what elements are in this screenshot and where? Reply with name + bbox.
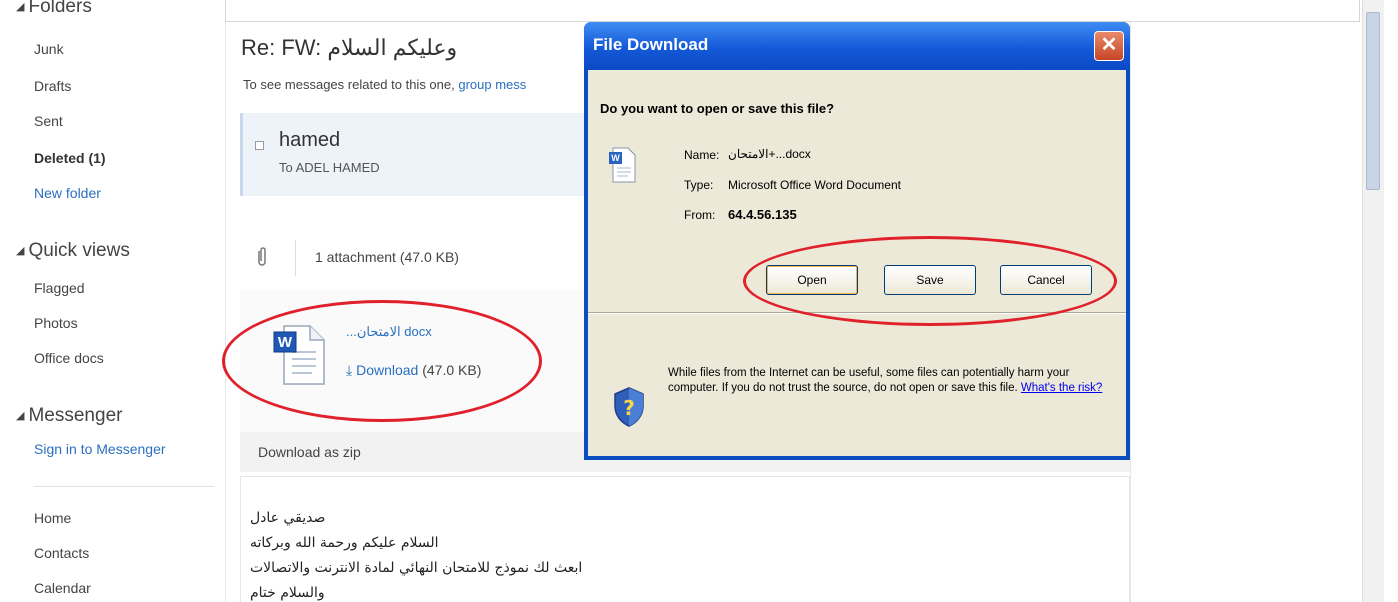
sidebar-item-office-docs[interactable]: Office docs <box>34 350 104 366</box>
file-name-value: الامتحان+...docx <box>728 147 811 161</box>
annotation-oval-attachment <box>222 300 542 422</box>
annotation-oval-buttons <box>743 236 1117 326</box>
dialog-question: Do you want to open or save this file? <box>600 101 835 116</box>
folders-header[interactable]: ◢ Folders <box>16 0 92 18</box>
body-line: ابعث لك نموذج للامتحان النهائي لمادة الا… <box>250 560 583 576</box>
collapse-triangle-icon: ◢ <box>16 410 25 423</box>
file-type-value: Microsoft Office Word Document <box>728 178 901 192</box>
body-line: السلام عليكم ورحمة الله وبركاته <box>250 535 439 551</box>
security-warning-text: While files from the Internet can be use… <box>668 367 1103 394</box>
sidebar-item-junk[interactable]: Junk <box>34 41 64 57</box>
body-line: والسلام ختام <box>250 585 325 601</box>
select-checkbox[interactable] <box>255 141 264 150</box>
pane-divider <box>225 0 226 602</box>
sign-in-messenger-link[interactable]: Sign in to Messenger <box>34 441 166 457</box>
body-line: صديقي عادل <box>250 510 326 526</box>
window-edge <box>1384 0 1398 602</box>
sidebar-item-photos[interactable]: Photos <box>34 315 78 331</box>
dialog-title: File Download <box>593 35 709 54</box>
svg-text:?: ? <box>623 396 635 420</box>
paperclip-icon <box>255 246 271 270</box>
attachment-separator <box>295 240 296 276</box>
sidebar-divider <box>34 486 214 487</box>
related-messages-text: To see messages related to this one, gro… <box>243 77 527 92</box>
sidebar-item-deleted[interactable]: Deleted (1) <box>34 150 106 166</box>
sidebar-item-home[interactable]: Home <box>34 510 71 526</box>
toolbar-strip <box>225 0 1360 22</box>
sidebar-item-new-folder[interactable]: New folder <box>34 185 101 201</box>
sidebar-item-contacts[interactable]: Contacts <box>34 545 89 561</box>
word-file-icon: W <box>608 146 638 184</box>
from-value: 64.4.56.135 <box>728 207 797 222</box>
download-as-zip-link[interactable]: Download as zip <box>258 444 361 460</box>
message-header-card[interactable]: hamed To ADEL HAMED <box>240 113 588 196</box>
sender-name[interactable]: hamed <box>279 129 340 152</box>
sidebar-item-drafts[interactable]: Drafts <box>34 78 71 94</box>
group-messages-link[interactable]: group mess <box>458 77 526 92</box>
dialog-titlebar[interactable]: File Download ✕ <box>584 22 1130 70</box>
from-label: From: <box>684 208 716 222</box>
shield-question-icon: ? <box>612 386 646 428</box>
attachment-count: 1 attachment (47.0 KB) <box>315 249 459 265</box>
collapse-triangle-icon: ◢ <box>16 1 25 14</box>
content-edge <box>1130 22 1131 602</box>
quick-views-header[interactable]: ◢ Quick views <box>16 240 130 262</box>
whats-the-risk-link[interactable]: What's the risk? <box>1021 382 1102 394</box>
close-icon[interactable]: ✕ <box>1094 31 1124 61</box>
message-subject: Re: FW: وعليكم السلام <box>241 35 458 60</box>
type-label: Type: <box>684 178 714 192</box>
sidebar-item-flagged[interactable]: Flagged <box>34 280 85 296</box>
sidebar-item-calendar[interactable]: Calendar <box>34 580 91 596</box>
svg-text:W: W <box>611 153 620 163</box>
sidebar-item-sent[interactable]: Sent <box>34 113 63 129</box>
recipient-line: To ADEL HAMED <box>279 160 380 175</box>
sidebar: ◢ Folders Junk Drafts Sent Deleted (1) Ne… <box>0 0 222 602</box>
scrollbar-thumb[interactable] <box>1366 12 1380 190</box>
messenger-header[interactable]: ◢ Messenger <box>16 405 122 427</box>
name-label: Name: <box>684 148 720 162</box>
collapse-triangle-icon: ◢ <box>16 245 25 258</box>
